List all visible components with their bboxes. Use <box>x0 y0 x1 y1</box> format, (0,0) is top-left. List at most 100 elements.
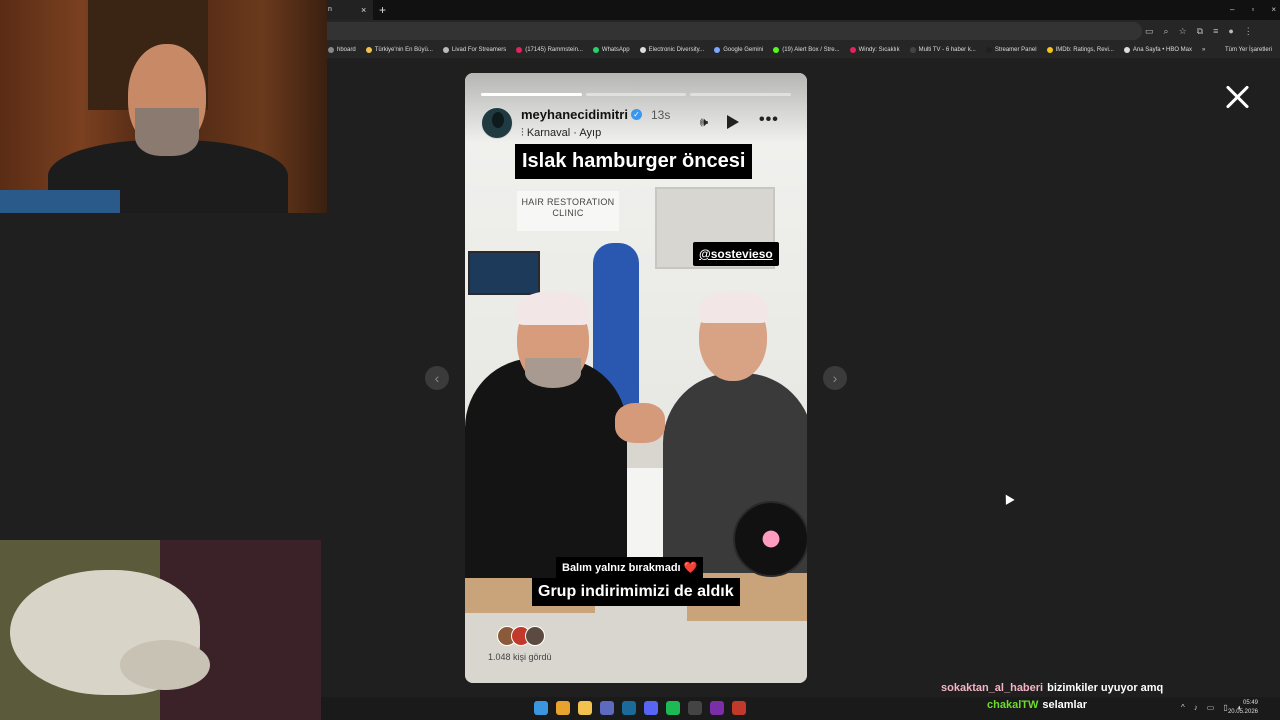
bookmarks-more-icon[interactable]: » <box>1202 47 1205 53</box>
story-username[interactable]: meyhanecidimitri <box>521 107 628 122</box>
seen-count[interactable]: 1.048 kişi gördü <box>488 652 552 662</box>
bookmark-favicon-icon <box>1046 47 1053 53</box>
story-caption-line2: Grup indirimimizi de aldık <box>532 578 740 606</box>
play-icon[interactable] <box>727 115 739 129</box>
bookmark-label: IMDb: Ratings, Revi... <box>1055 47 1114 53</box>
next-icon[interactable] <box>710 701 724 715</box>
story-photo-cap-left <box>517 291 589 325</box>
next-story-button[interactable]: › <box>823 366 847 390</box>
mouse-cursor-icon <box>1001 492 1015 505</box>
bookmark-item[interactable]: Windy: Sıcaklık <box>849 47 900 53</box>
story-title-caption: Islak hamburger öncesi <box>515 144 753 179</box>
microphone-icon[interactable]: ♪ <box>1194 702 1198 714</box>
viewer-avatars[interactable] <box>497 626 549 646</box>
chat-username: chakalTW <box>987 699 1039 711</box>
bookmark-favicon-icon <box>365 47 372 53</box>
bookmarks-bar: hboard Türkiye'nin En Büyü... Livad For St… <box>327 42 1280 58</box>
story-photo-man-left <box>465 358 627 578</box>
bookmark-label: Electronic Diversity... <box>648 47 705 53</box>
all-bookmarks-button[interactable]: Tüm Yer İşaretleri <box>1225 42 1272 58</box>
progress-segment <box>481 93 582 96</box>
address-bar[interactable] <box>327 22 1142 40</box>
window-close-icon[interactable]: × <box>1271 0 1276 20</box>
bookmark-item[interactable]: Google Gemini <box>714 47 763 53</box>
bookmark-favicon-icon <box>639 47 646 53</box>
bookmark-favicon-icon <box>849 47 856 53</box>
tray-chevron-icon[interactable]: ^ <box>1181 702 1185 714</box>
extensions-icon[interactable]: ⧉ <box>1197 23 1203 39</box>
bookmark-item[interactable]: hboard <box>328 47 356 53</box>
bookmark-favicon-icon <box>909 47 916 53</box>
bookmark-item[interactable]: (17145) Rammstein... <box>516 47 583 53</box>
bookmark-label: Livad For Streamers <box>451 47 507 53</box>
close-icon[interactable] <box>1222 82 1252 112</box>
bookmark-label: Google Gemini <box>723 47 764 53</box>
steam-icon[interactable] <box>622 701 636 715</box>
story-caption-line1: Balım yalnız bırakmadı ❤️ <box>556 557 704 579</box>
bookmark-label: Streamer Panel <box>994 47 1037 53</box>
progress-segment <box>690 93 792 96</box>
toolbar-icons: ▭ ⌕ ☆ ⧉ ≡ ● ⋮ <box>1145 23 1253 39</box>
bookmark-label: WhatsApp <box>601 47 630 53</box>
app-red-icon[interactable] <box>732 701 746 715</box>
browser-tab[interactable]: n × <box>327 0 373 20</box>
webcam-person-beard <box>135 108 199 156</box>
new-tab-icon[interactable]: + <box>379 0 386 20</box>
story-music[interactable]: ⫶ Karnaval · Ayıp <box>521 127 601 140</box>
taskbar: ^ ♪ ▭ ▯ ◖ 05:49 20.05.2026 <box>321 697 1280 720</box>
bookmark-item[interactable]: Livad For Streamers <box>442 47 507 53</box>
chat-text: bizimkiler uyuyor amq <box>1047 682 1164 694</box>
story-photo-monitor <box>468 251 540 295</box>
windows-start-icon[interactable] <box>534 701 548 715</box>
zoom-icon[interactable]: ⌕ <box>1164 23 1169 39</box>
epic-icon[interactable] <box>688 701 702 715</box>
story-photo-sign: HAIR RESTORATION CLINIC <box>517 191 619 231</box>
tab-close-icon[interactable]: × <box>361 0 366 20</box>
webcam-dog-head <box>120 640 210 690</box>
bookmark-item[interactable]: IMDb: Ratings, Revi... <box>1046 47 1114 53</box>
chat-username: sokaktan_al_haberi <box>941 682 1044 694</box>
media-icon[interactable]: ≡ <box>1213 23 1218 39</box>
more-options-icon[interactable]: ••• <box>759 111 779 129</box>
network-icon[interactable]: ▭ <box>1207 702 1215 714</box>
chrome-icon[interactable] <box>556 701 570 715</box>
menu-icon[interactable]: ⋮ <box>1244 23 1253 39</box>
clock-date: 20.05.2026 <box>1227 709 1258 715</box>
profile-icon[interactable]: ● <box>1228 23 1233 39</box>
bookmark-favicon-icon <box>328 47 334 53</box>
bookmark-item[interactable]: Ana Sayfa • HBO Max <box>1123 47 1193 53</box>
bookmark-favicon-icon <box>1123 47 1130 53</box>
obs-icon[interactable] <box>600 701 614 715</box>
clock-time: 05:49 <box>1242 700 1258 706</box>
avatar[interactable] <box>481 107 513 139</box>
clock[interactable]: 05:49 20.05.2026 <box>1228 699 1258 717</box>
bookmark-item[interactable]: Multi TV - 6 haber k... <box>909 47 976 53</box>
browser-tabbar: n × + – ▫ × <box>327 0 1280 20</box>
cast-icon[interactable]: ▭ <box>1145 23 1154 39</box>
vinyl-record-sticker[interactable] <box>733 501 807 577</box>
chat-message: sokaktan_al_haberi bizimkiler uyuyor amq <box>941 682 1163 694</box>
bookmark-item[interactable]: Electronic Diversity... <box>639 47 705 53</box>
bookmark-label: Windy: Sıcaklık <box>858 47 900 53</box>
window-controls: – ▫ × <box>1230 0 1276 20</box>
bookmark-star-icon[interactable]: ☆ <box>1179 23 1187 39</box>
mute-icon[interactable]: 🕪 <box>695 113 713 131</box>
minimize-icon[interactable]: – <box>1230 0 1234 20</box>
mention-tag[interactable]: @sostevieso <box>693 242 779 266</box>
story-top-shade <box>465 73 807 143</box>
bookmark-item[interactable]: Türkiye'nin En Büyü... <box>365 47 433 53</box>
previous-story-button[interactable]: ‹ <box>425 366 449 390</box>
maximize-icon[interactable]: ▫ <box>1251 0 1254 20</box>
file-explorer-icon[interactable] <box>578 701 592 715</box>
bookmark-label: Ana Sayfa • HBO Max <box>1132 47 1193 53</box>
screen: n × + – ▫ × ▭ ⌕ ☆ ⧉ ≡ ● ⋮ hboard Türkiye'… <box>0 0 1280 720</box>
bookmark-label: (17145) Rammstein... <box>525 47 583 53</box>
discord-icon[interactable] <box>644 701 658 715</box>
story-card[interactable]: HAIR RESTORATION CLINIC meyhanecidimitri… <box>465 73 807 683</box>
bookmark-item[interactable]: Streamer Panel <box>985 47 1037 53</box>
spotify-icon[interactable] <box>666 701 680 715</box>
bookmark-item[interactable]: (19) Alert Box / Stre... <box>773 47 840 53</box>
bookmark-favicon-icon <box>985 47 992 53</box>
bookmark-item[interactable]: WhatsApp <box>592 47 630 53</box>
story-photo-cap-right <box>699 291 767 323</box>
